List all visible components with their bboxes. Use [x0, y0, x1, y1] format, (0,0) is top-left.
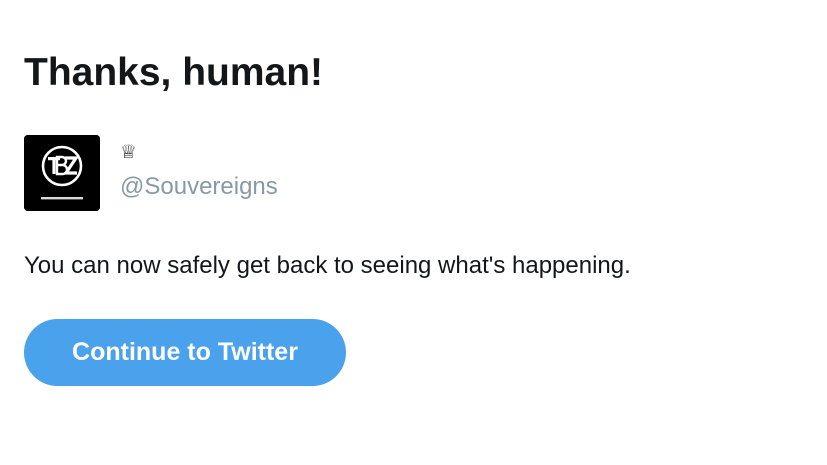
page-title: Thanks, human!	[24, 51, 324, 94]
display-name: ♕	[120, 141, 138, 163]
account-handle: @Souvereigns	[120, 173, 278, 200]
confirmation-page: Thanks, human! ♕ @Souvereigns You can no…	[24, 0, 804, 465]
avatar	[24, 135, 100, 211]
account-card: ♕ @Souvereigns	[24, 135, 424, 211]
continue-to-twitter-button[interactable]: Continue to Twitter	[24, 319, 346, 386]
tbz-logo-icon	[24, 135, 100, 211]
confirmation-message: You can now safely get back to seeing wh…	[24, 252, 631, 279]
